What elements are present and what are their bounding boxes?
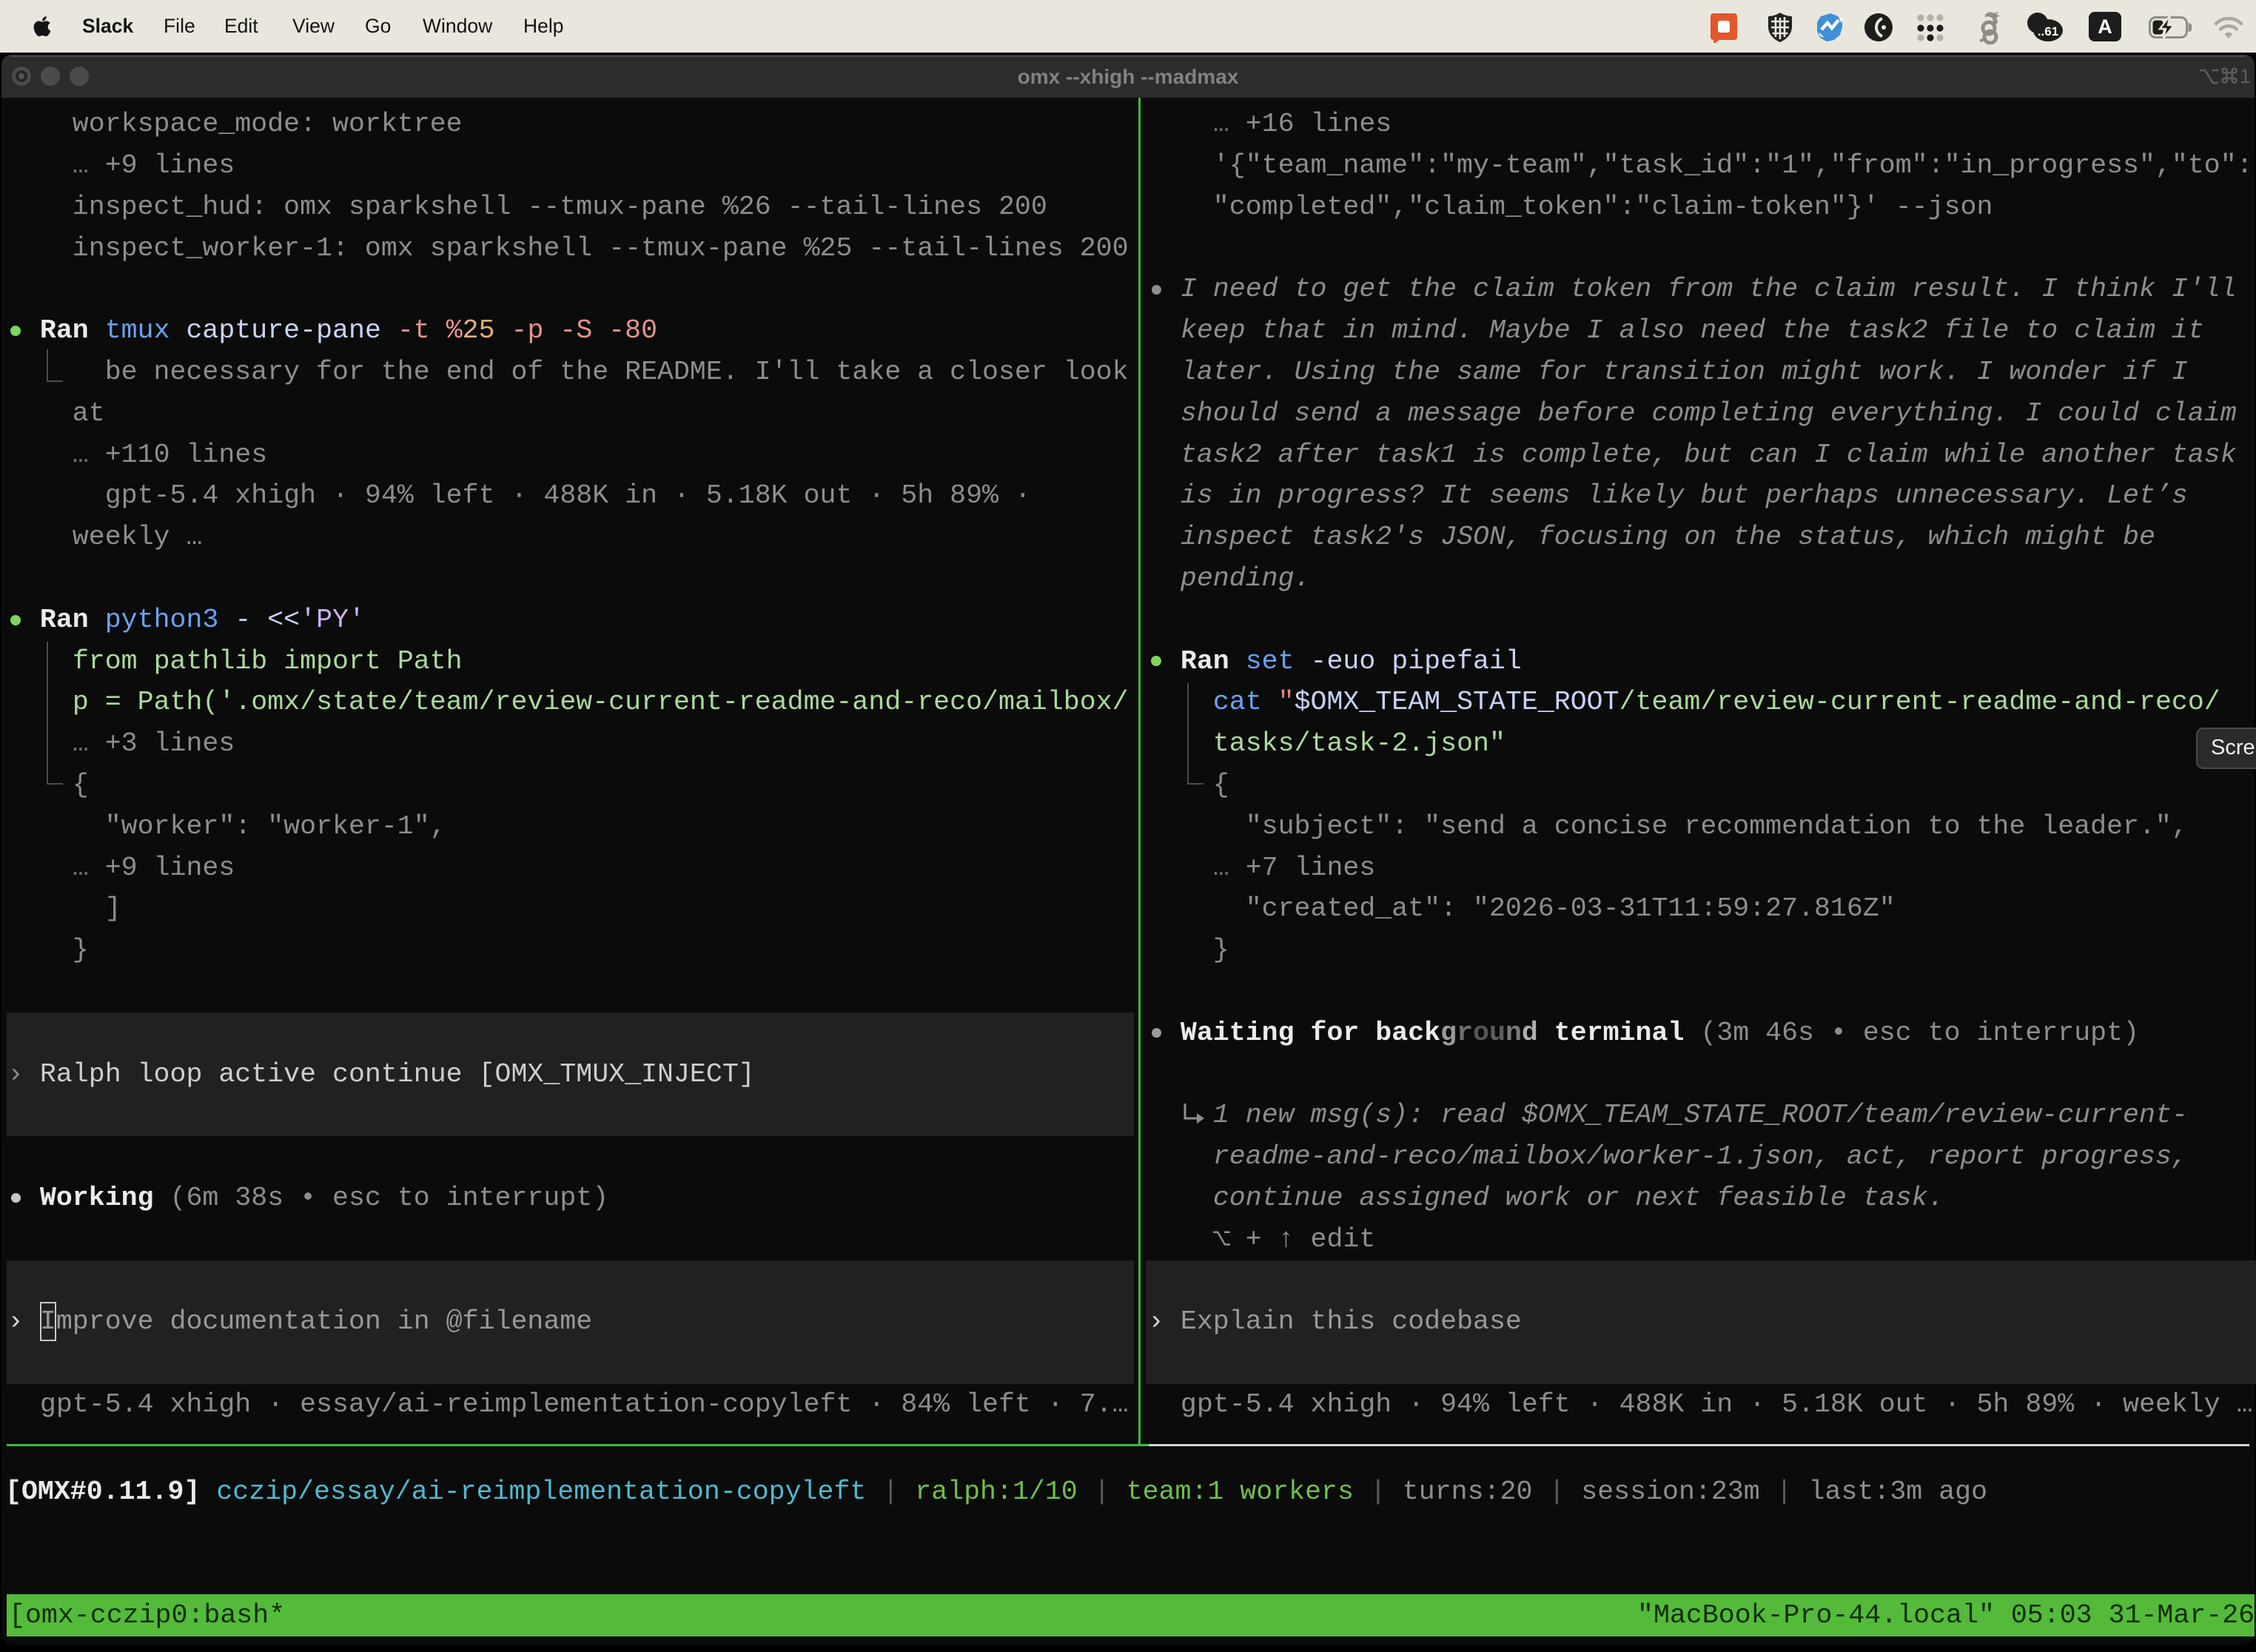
svg-text:1: 1: [2240, 65, 2250, 87]
svg-text:..61: ..61: [2038, 24, 2058, 38]
